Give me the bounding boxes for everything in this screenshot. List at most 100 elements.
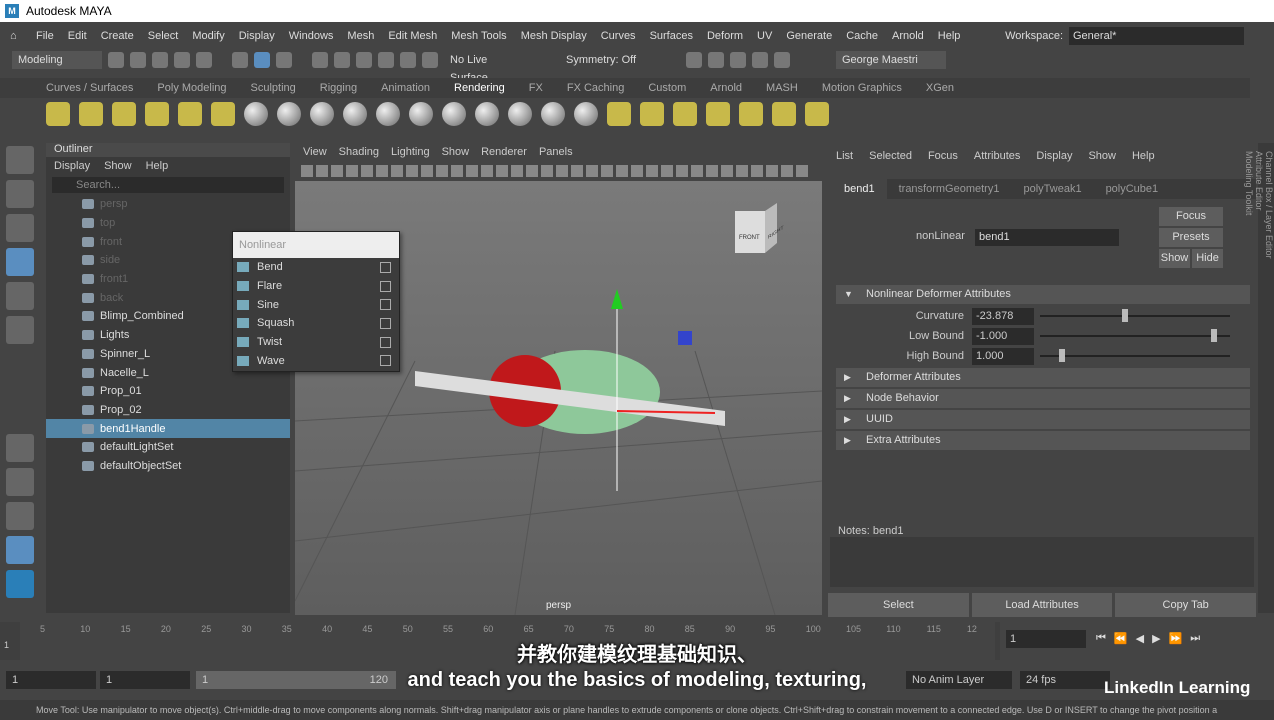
side-tab[interactable]: Channel Box / Layer Editor (1264, 143, 1274, 613)
shelf-tab-mash[interactable]: MASH (766, 82, 798, 94)
outliner-layout-icon[interactable] (6, 536, 34, 564)
save-scene-icon[interactable] (152, 52, 168, 68)
move-tool-icon[interactable] (6, 248, 34, 276)
paint-select-icon[interactable] (6, 214, 34, 242)
menu-edit-mesh[interactable]: Edit Mesh (388, 30, 437, 42)
viewport-tool-icon[interactable] (616, 165, 628, 177)
attr-value-input[interactable]: -1.000 (972, 327, 1034, 345)
viewport-tool-icon[interactable] (691, 165, 703, 177)
menu-windows[interactable]: Windows (289, 30, 334, 42)
ae-menu-attributes[interactable]: Attributes (974, 150, 1020, 162)
outliner-item[interactable]: defaultObjectSet (46, 457, 290, 476)
view-cube[interactable] (735, 203, 777, 253)
viewport-tool-icon[interactable] (391, 165, 403, 177)
viewport-menu-panels[interactable]: Panels (539, 146, 573, 158)
viewport-tool-icon[interactable] (676, 165, 688, 177)
viewport-tool-icon[interactable] (301, 165, 313, 177)
maya-home-icon[interactable] (6, 570, 34, 598)
attr-value-input[interactable]: -23.878 (972, 307, 1034, 325)
viewport-tool-icon[interactable] (556, 165, 568, 177)
outliner-item[interactable]: top (46, 214, 290, 233)
viewport-tool-icon[interactable] (451, 165, 463, 177)
workspace-selector[interactable]: Workspace: General* (1005, 27, 1244, 45)
ae-menu-selected[interactable]: Selected (869, 150, 912, 162)
shelf-tab-motion-graphics[interactable]: Motion Graphics (822, 82, 902, 94)
pause-icon[interactable] (774, 52, 790, 68)
shelf-sun-icon[interactable] (46, 102, 70, 126)
viewport-tool-icon[interactable] (346, 165, 358, 177)
section-uuid[interactable]: UUID (836, 410, 1250, 429)
nonlinear-attributes-section[interactable]: Nonlinear Deformer Attributes (836, 285, 1250, 304)
shelf-tab-animation[interactable]: Animation (381, 82, 430, 94)
ipr-icon[interactable] (708, 52, 724, 68)
user-account-dropdown[interactable]: George Maestri (836, 51, 946, 69)
menu-modify[interactable]: Modify (192, 30, 224, 42)
shelf-tab-fx-caching[interactable]: FX Caching (567, 82, 624, 94)
shelf-tab-rendering[interactable]: Rendering (454, 82, 505, 94)
viewport-tool-icon[interactable] (571, 165, 583, 177)
open-scene-icon[interactable] (130, 52, 146, 68)
hide-button[interactable]: Hide (1192, 249, 1223, 268)
menu-generate[interactable]: Generate (786, 30, 832, 42)
section-deformer-attributes[interactable]: Deformer Attributes (836, 368, 1250, 387)
nonlinear-item-wave[interactable]: Wave (233, 351, 399, 370)
shelf-sph-icon[interactable] (508, 102, 532, 126)
shelf-sph-icon[interactable] (376, 102, 400, 126)
viewport-menu-view[interactable]: View (303, 146, 327, 158)
shelf-tex-icon[interactable] (805, 102, 829, 126)
shelf-tex-icon[interactable] (640, 102, 664, 126)
menu-mesh-tools[interactable]: Mesh Tools (451, 30, 506, 42)
viewport-tool-icon[interactable] (796, 165, 808, 177)
menu-arnold[interactable]: Arnold (892, 30, 924, 42)
snap-view-icon[interactable] (378, 52, 394, 68)
shelf-tex-icon[interactable] (706, 102, 730, 126)
render-settings-icon[interactable] (730, 52, 746, 68)
workspace-dropdown[interactable]: General* (1069, 27, 1244, 45)
viewport-tool-icon[interactable] (361, 165, 373, 177)
shelf-tab-sculpting[interactable]: Sculpting (251, 82, 296, 94)
notes-textarea[interactable] (830, 537, 1254, 587)
two-pane-layout-icon[interactable] (6, 502, 34, 530)
shelf-sph-icon[interactable] (244, 102, 268, 126)
shelf-tab-arnold[interactable]: Arnold (710, 82, 742, 94)
node-name-input[interactable]: bend1 (975, 229, 1119, 246)
nonlinear-item-sine[interactable]: Sine (233, 295, 399, 314)
viewport-tool-icon[interactable] (526, 165, 538, 177)
viewport-tool-icon[interactable] (496, 165, 508, 177)
shelf-tex-icon[interactable] (772, 102, 796, 126)
shelf-spot-icon[interactable] (112, 102, 136, 126)
nonlinear-item-squash[interactable]: Squash (233, 314, 399, 333)
move-plane-handle[interactable] (678, 331, 692, 345)
viewport-tool-icon[interactable] (316, 165, 328, 177)
outliner-search-input[interactable]: Search... (52, 177, 284, 193)
viewport-tool-icon[interactable] (376, 165, 388, 177)
viewport-tool-icon[interactable] (421, 165, 433, 177)
ae-menu-display[interactable]: Display (1036, 150, 1072, 162)
shelf-sph-icon[interactable] (574, 102, 598, 126)
scale-tool-icon[interactable] (6, 316, 34, 344)
ae-tab-polyCube1[interactable]: polyCube1 (1094, 183, 1171, 195)
slider-handle[interactable] (1121, 309, 1128, 322)
menu-uv[interactable]: UV (757, 30, 772, 42)
lasso-tool-icon[interactable] (6, 180, 34, 208)
viewport-tool-icon[interactable] (751, 165, 763, 177)
new-scene-icon[interactable] (108, 52, 124, 68)
viewport-tool-icon[interactable] (406, 165, 418, 177)
outliner-item[interactable]: defaultLightSet (46, 438, 290, 457)
viewport-tool-icon[interactable] (721, 165, 733, 177)
viewport-tool-icon[interactable] (586, 165, 598, 177)
shelf-tab-rigging[interactable]: Rigging (320, 82, 357, 94)
redo-icon[interactable] (196, 52, 212, 68)
ae-menu-help[interactable]: Help (1132, 150, 1155, 162)
live-surface-field[interactable]: No Live Surface (444, 51, 534, 84)
shelf-tex-icon[interactable] (673, 102, 697, 126)
symmetry-dropdown[interactable]: Symmetry: Off (560, 51, 660, 69)
render-icon[interactable] (686, 52, 702, 68)
outliner-menu-help[interactable]: Help (146, 160, 169, 172)
ae-menu-focus[interactable]: Focus (928, 150, 958, 162)
select-component-icon[interactable] (276, 52, 292, 68)
menu-surfaces[interactable]: Surfaces (650, 30, 693, 42)
attr-slider[interactable] (1040, 329, 1230, 342)
menu-create[interactable]: Create (101, 30, 134, 42)
shelf-tex-icon[interactable] (607, 102, 631, 126)
